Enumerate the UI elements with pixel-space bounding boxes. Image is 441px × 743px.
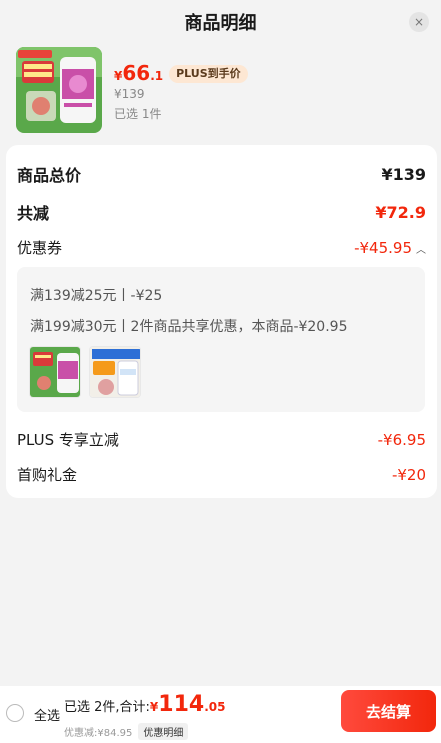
original-price: ¥139 bbox=[114, 87, 145, 101]
price-decimal: .1 bbox=[150, 69, 164, 83]
total-reduce-value: ¥72.9 bbox=[375, 202, 426, 222]
select-all-radio[interactable] bbox=[6, 704, 24, 722]
discount-text: 优惠减:¥84.95 bbox=[64, 728, 133, 739]
plus-price-badge: PLUS到手价 bbox=[169, 65, 248, 83]
coupon-product-thumbs bbox=[29, 346, 141, 398]
chevron-up-icon[interactable]: ︿ bbox=[416, 241, 426, 256]
price-integer: 66 bbox=[122, 61, 151, 85]
total-reduce-row: 共减 ¥72.9 bbox=[17, 200, 426, 224]
order-total: 已选 2件,合计: ¥ 114 .05 bbox=[64, 692, 225, 717]
coupon-details: 满139减25元丨-¥25 满199减30元丨2件商品共享优惠，本商品-¥20.… bbox=[17, 267, 425, 412]
coupon-line-2: 满199减30元丨2件商品共享优惠，本商品-¥20.95 bbox=[30, 319, 348, 335]
checkout-bar: 全选 已选 2件,合计: ¥ 114 .05 优惠减:¥84.95 优惠明细 去… bbox=[0, 686, 441, 743]
product-thumbnail[interactable] bbox=[89, 346, 141, 398]
header: 商品明细 × bbox=[0, 0, 441, 44]
total-price-row: 商品总价 ¥139 bbox=[17, 162, 426, 186]
checkout-button[interactable]: 去结算 bbox=[341, 690, 436, 732]
first-purchase-row: 首购礼金 -¥20 bbox=[17, 464, 426, 485]
total-price-label: 商品总价 bbox=[17, 166, 82, 185]
price-breakdown-card: 商品总价 ¥139 共减 ¥72.9 优惠券 -¥45.95 ︿ 满139减25元… bbox=[6, 145, 437, 498]
plus-discount-row: PLUS 专享立减 -¥6.95 bbox=[17, 429, 426, 450]
product-summary: ¥ 66 .1 PLUS到手价 ¥139 已选 1件 bbox=[16, 47, 426, 135]
discount-detail-button[interactable]: 优惠明细 bbox=[138, 723, 189, 740]
total-price-value: ¥139 bbox=[381, 164, 426, 184]
close-icon[interactable]: × bbox=[409, 12, 429, 32]
page-title: 商品明细 bbox=[184, 13, 257, 34]
discount-summary: 优惠减:¥84.95 优惠明细 bbox=[64, 723, 189, 740]
coupon-label: 优惠券 bbox=[17, 239, 63, 257]
coupon-line-1: 满139减25元丨-¥25 bbox=[30, 288, 163, 304]
selected-count-text: 已选 2件,合计: bbox=[64, 700, 150, 715]
coupon-value: -¥45.95 bbox=[354, 239, 412, 257]
price-symbol: ¥ bbox=[114, 69, 123, 83]
coupon-row[interactable]: 优惠券 -¥45.95 ︿ bbox=[17, 237, 426, 258]
product-thumbnail[interactable] bbox=[29, 346, 81, 398]
first-purchase-value: -¥20 bbox=[391, 465, 426, 484]
first-purchase-label: 首购礼金 bbox=[17, 466, 78, 484]
coupon-value-wrap: -¥45.95 ︿ bbox=[354, 238, 426, 257]
product-price: ¥ 66 .1 PLUS到手价 bbox=[114, 61, 248, 86]
total-symbol: ¥ bbox=[149, 700, 159, 714]
plus-discount-value: -¥6.95 bbox=[377, 430, 426, 449]
total-integer: 114 bbox=[158, 692, 205, 717]
total-decimal: .05 bbox=[204, 700, 226, 714]
total-reduce-label: 共减 bbox=[17, 204, 50, 223]
product-image bbox=[16, 47, 102, 133]
selected-quantity: 已选 1件 bbox=[114, 107, 162, 121]
select-all-label[interactable]: 全选 bbox=[34, 705, 60, 724]
plus-discount-label: PLUS 专享立减 bbox=[17, 431, 119, 449]
